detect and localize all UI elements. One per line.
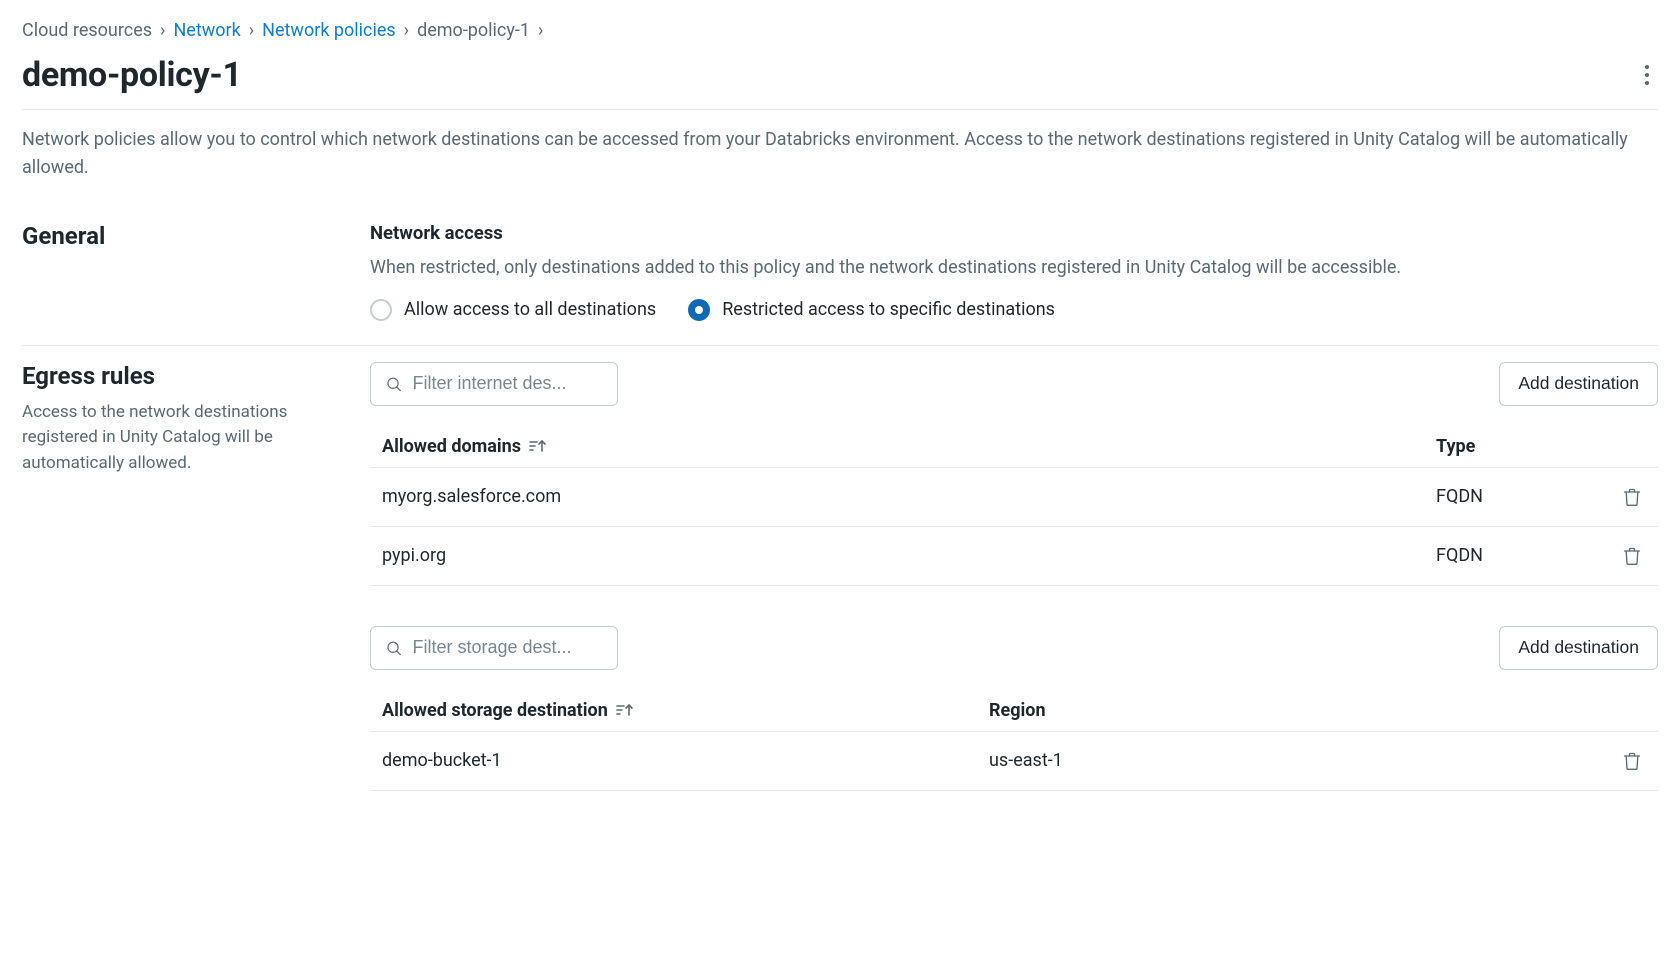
sort-icon[interactable] xyxy=(616,702,634,718)
filter-internet-input[interactable] xyxy=(412,373,603,394)
header-type[interactable]: Type xyxy=(1436,436,1596,457)
chevron-right-icon: › xyxy=(538,20,543,41)
general-heading: General xyxy=(22,222,350,250)
trash-icon xyxy=(1622,750,1642,772)
radio-allow-all[interactable]: Allow access to all destinations xyxy=(370,299,656,321)
type-cell: FQDN xyxy=(1436,486,1596,507)
trash-icon xyxy=(1622,486,1642,508)
header-allowed-domains[interactable]: Allowed domains xyxy=(382,436,521,457)
chevron-right-icon: › xyxy=(249,20,254,41)
internet-toolbar: Add destination xyxy=(370,362,1658,406)
page-title: demo-policy-1 xyxy=(22,55,242,95)
domain-cell: myorg.salesforce.com xyxy=(382,486,1436,507)
breadcrumb-cloud-resources[interactable]: Cloud resources xyxy=(22,20,152,41)
storage-dest-cell: demo-bucket-1 xyxy=(382,750,989,771)
breadcrumb-current: demo-policy-1 xyxy=(417,20,530,41)
delete-row-button[interactable] xyxy=(1618,541,1646,571)
internet-destinations-block: Add destination Allowed domains xyxy=(370,362,1658,586)
filter-storage-wrap[interactable] xyxy=(370,626,618,670)
storage-toolbar: Add destination xyxy=(370,626,1658,670)
title-row: demo-policy-1 xyxy=(22,49,1658,110)
radio-restricted[interactable]: Restricted access to specific destinatio… xyxy=(688,299,1055,321)
trash-icon xyxy=(1622,545,1642,567)
network-access-heading: Network access xyxy=(370,222,1658,244)
section-general: General Network access When restricted, … xyxy=(22,206,1658,346)
chevron-right-icon: › xyxy=(404,20,409,41)
chevron-right-icon: › xyxy=(160,20,165,41)
radio-restricted-label: Restricted access to specific destinatio… xyxy=(722,299,1055,320)
header-allowed-storage[interactable]: Allowed storage destination xyxy=(382,700,608,721)
internet-table: Allowed domains xyxy=(370,426,1658,586)
type-cell: FQDN xyxy=(1436,545,1596,566)
search-icon xyxy=(385,374,402,394)
sort-icon[interactable] xyxy=(529,438,547,454)
breadcrumb-network-policies[interactable]: Network policies xyxy=(262,20,396,41)
storage-table-header: Allowed storage destination xyxy=(370,690,1658,732)
storage-table: Allowed storage destination xyxy=(370,690,1658,791)
filter-internet-wrap[interactable] xyxy=(370,362,618,406)
more-actions-button[interactable] xyxy=(1636,56,1658,94)
search-icon xyxy=(385,638,402,658)
radio-allow-all-label: Allow access to all destinations xyxy=(404,299,656,320)
add-storage-destination-button[interactable]: Add destination xyxy=(1499,626,1658,670)
network-access-radio-group: Allow access to all destinations Restric… xyxy=(370,299,1658,321)
breadcrumb: Cloud resources › Network › Network poli… xyxy=(22,20,1658,41)
table-row: pypi.org FQDN xyxy=(370,527,1658,586)
breadcrumb-network[interactable]: Network xyxy=(173,20,240,41)
radio-icon xyxy=(370,299,392,321)
filter-storage-input[interactable] xyxy=(412,637,603,658)
radio-icon-selected xyxy=(688,299,710,321)
network-access-description: When restricted, only destinations added… xyxy=(370,254,1658,281)
delete-row-button[interactable] xyxy=(1618,482,1646,512)
table-row: demo-bucket-1 us-east-1 xyxy=(370,732,1658,791)
kebab-icon xyxy=(1644,64,1650,86)
page-description: Network policies allow you to control wh… xyxy=(22,110,1658,206)
storage-destinations-block: Add destination Allowed storage destinat… xyxy=(370,626,1658,791)
egress-subdesc: Access to the network destinations regis… xyxy=(22,400,350,477)
egress-heading: Egress rules xyxy=(22,362,350,390)
section-egress: Egress rules Access to the network desti… xyxy=(22,346,1658,855)
add-internet-destination-button[interactable]: Add destination xyxy=(1499,362,1658,406)
table-row: myorg.salesforce.com FQDN xyxy=(370,468,1658,527)
domain-cell: pypi.org xyxy=(382,545,1436,566)
region-cell: us-east-1 xyxy=(989,750,1596,771)
header-region[interactable]: Region xyxy=(989,700,1596,721)
delete-row-button[interactable] xyxy=(1618,746,1646,776)
internet-table-header: Allowed domains xyxy=(370,426,1658,468)
